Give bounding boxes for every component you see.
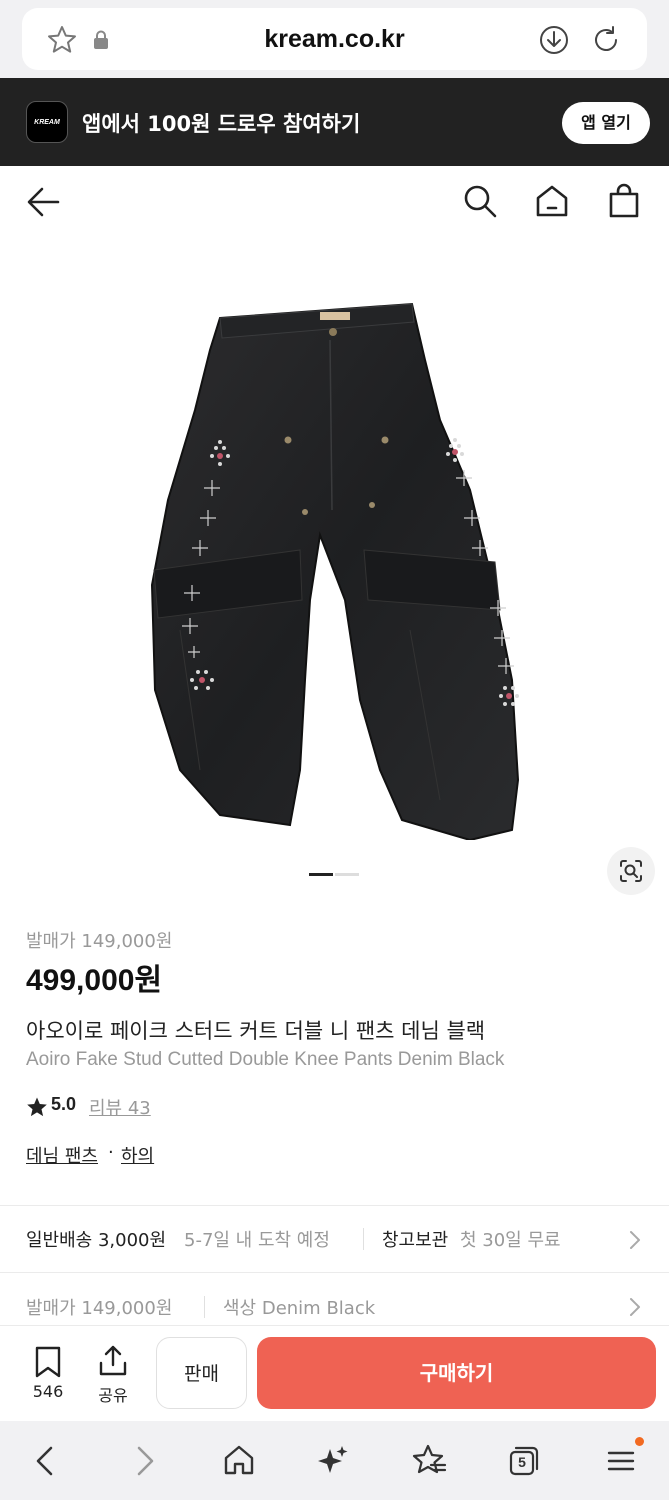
home-icon[interactable] <box>534 183 570 219</box>
search-icon[interactable] <box>462 183 498 219</box>
star-icon <box>27 1097 47 1117</box>
category-separator: · <box>108 1142 114 1163</box>
sell-button[interactable]: 판매 <box>156 1337 247 1409</box>
divider <box>0 1272 669 1273</box>
product-price: 499,000원 <box>26 964 163 997</box>
buy-button[interactable]: 구매하기 <box>257 1337 656 1409</box>
shopping-bag-icon[interactable] <box>606 183 642 219</box>
storage-label: 창고보관 <box>382 1230 449 1251</box>
back-icon[interactable] <box>30 1444 62 1478</box>
category-link-denim-pants[interactable]: 데님 팬츠 <box>26 1142 98 1168</box>
release-price-row-label: 발매가 149,000원 <box>26 1298 173 1319</box>
wishlist-count: 546 <box>32 1382 64 1401</box>
product-name-korean: 아오이로 페이크 스터드 커트 더블 니 팬츠 데님 블랙 <box>26 1019 486 1043</box>
product-image[interactable] <box>140 300 530 840</box>
url-bar[interactable]: kream.co.kr <box>22 8 647 70</box>
tab-count: 5 <box>518 1454 526 1470</box>
shipping-detail: 5-7일 내 도착 예정 <box>184 1230 330 1251</box>
hamburger-menu-icon <box>607 1451 635 1471</box>
chevron-right-icon <box>630 1231 640 1249</box>
storage-detail: 첫 30일 무료 <box>460 1230 561 1251</box>
download-icon[interactable] <box>538 24 570 56</box>
refresh-icon[interactable] <box>590 24 622 56</box>
lens-icon <box>620 860 642 882</box>
back-arrow-icon[interactable] <box>24 184 62 220</box>
kream-logo: KREAM <box>26 101 68 143</box>
menu-button[interactable] <box>605 1437 644 1476</box>
image-search-button[interactable] <box>607 847 655 895</box>
share-label: 공유 <box>98 1386 128 1405</box>
review-link[interactable]: 리뷰 43 <box>89 1094 151 1120</box>
category-link-bottoms[interactable]: 하의 <box>121 1142 154 1168</box>
divider <box>0 1205 669 1206</box>
notification-dot <box>635 1437 644 1446</box>
bookmark-icon <box>35 1346 61 1378</box>
chevron-right-icon <box>630 1298 640 1316</box>
rating-value: 5.0 <box>51 1094 77 1114</box>
shipping-label: 일반배송 3,000원 <box>26 1230 167 1251</box>
bookmarks-icon[interactable] <box>411 1443 447 1477</box>
image-pager-dot[interactable] <box>335 873 359 876</box>
product-name-english: Aoiro Fake Stud Cutted Double Knee Pants… <box>26 1049 505 1070</box>
release-price-label: 발매가 149,000원 <box>26 931 173 952</box>
forward-icon[interactable] <box>128 1444 160 1478</box>
tabs-button[interactable]: 5 <box>508 1445 540 1477</box>
divider <box>363 1228 364 1250</box>
divider <box>204 1296 205 1318</box>
browser-bottom-nav: 5 <box>0 1421 669 1500</box>
browser-url-area: kream.co.kr <box>0 0 669 78</box>
banner-text: 앱에서 100원 드로우 참여하기 <box>82 112 361 136</box>
color-label: 색상 Denim Black <box>223 1298 376 1319</box>
image-pager-active[interactable] <box>309 873 333 876</box>
share-icon <box>99 1345 127 1376</box>
browser-home-icon[interactable] <box>222 1443 256 1477</box>
open-app-button[interactable]: 앱 열기 <box>562 102 650 144</box>
ai-sparkle-icon[interactable] <box>316 1443 350 1477</box>
